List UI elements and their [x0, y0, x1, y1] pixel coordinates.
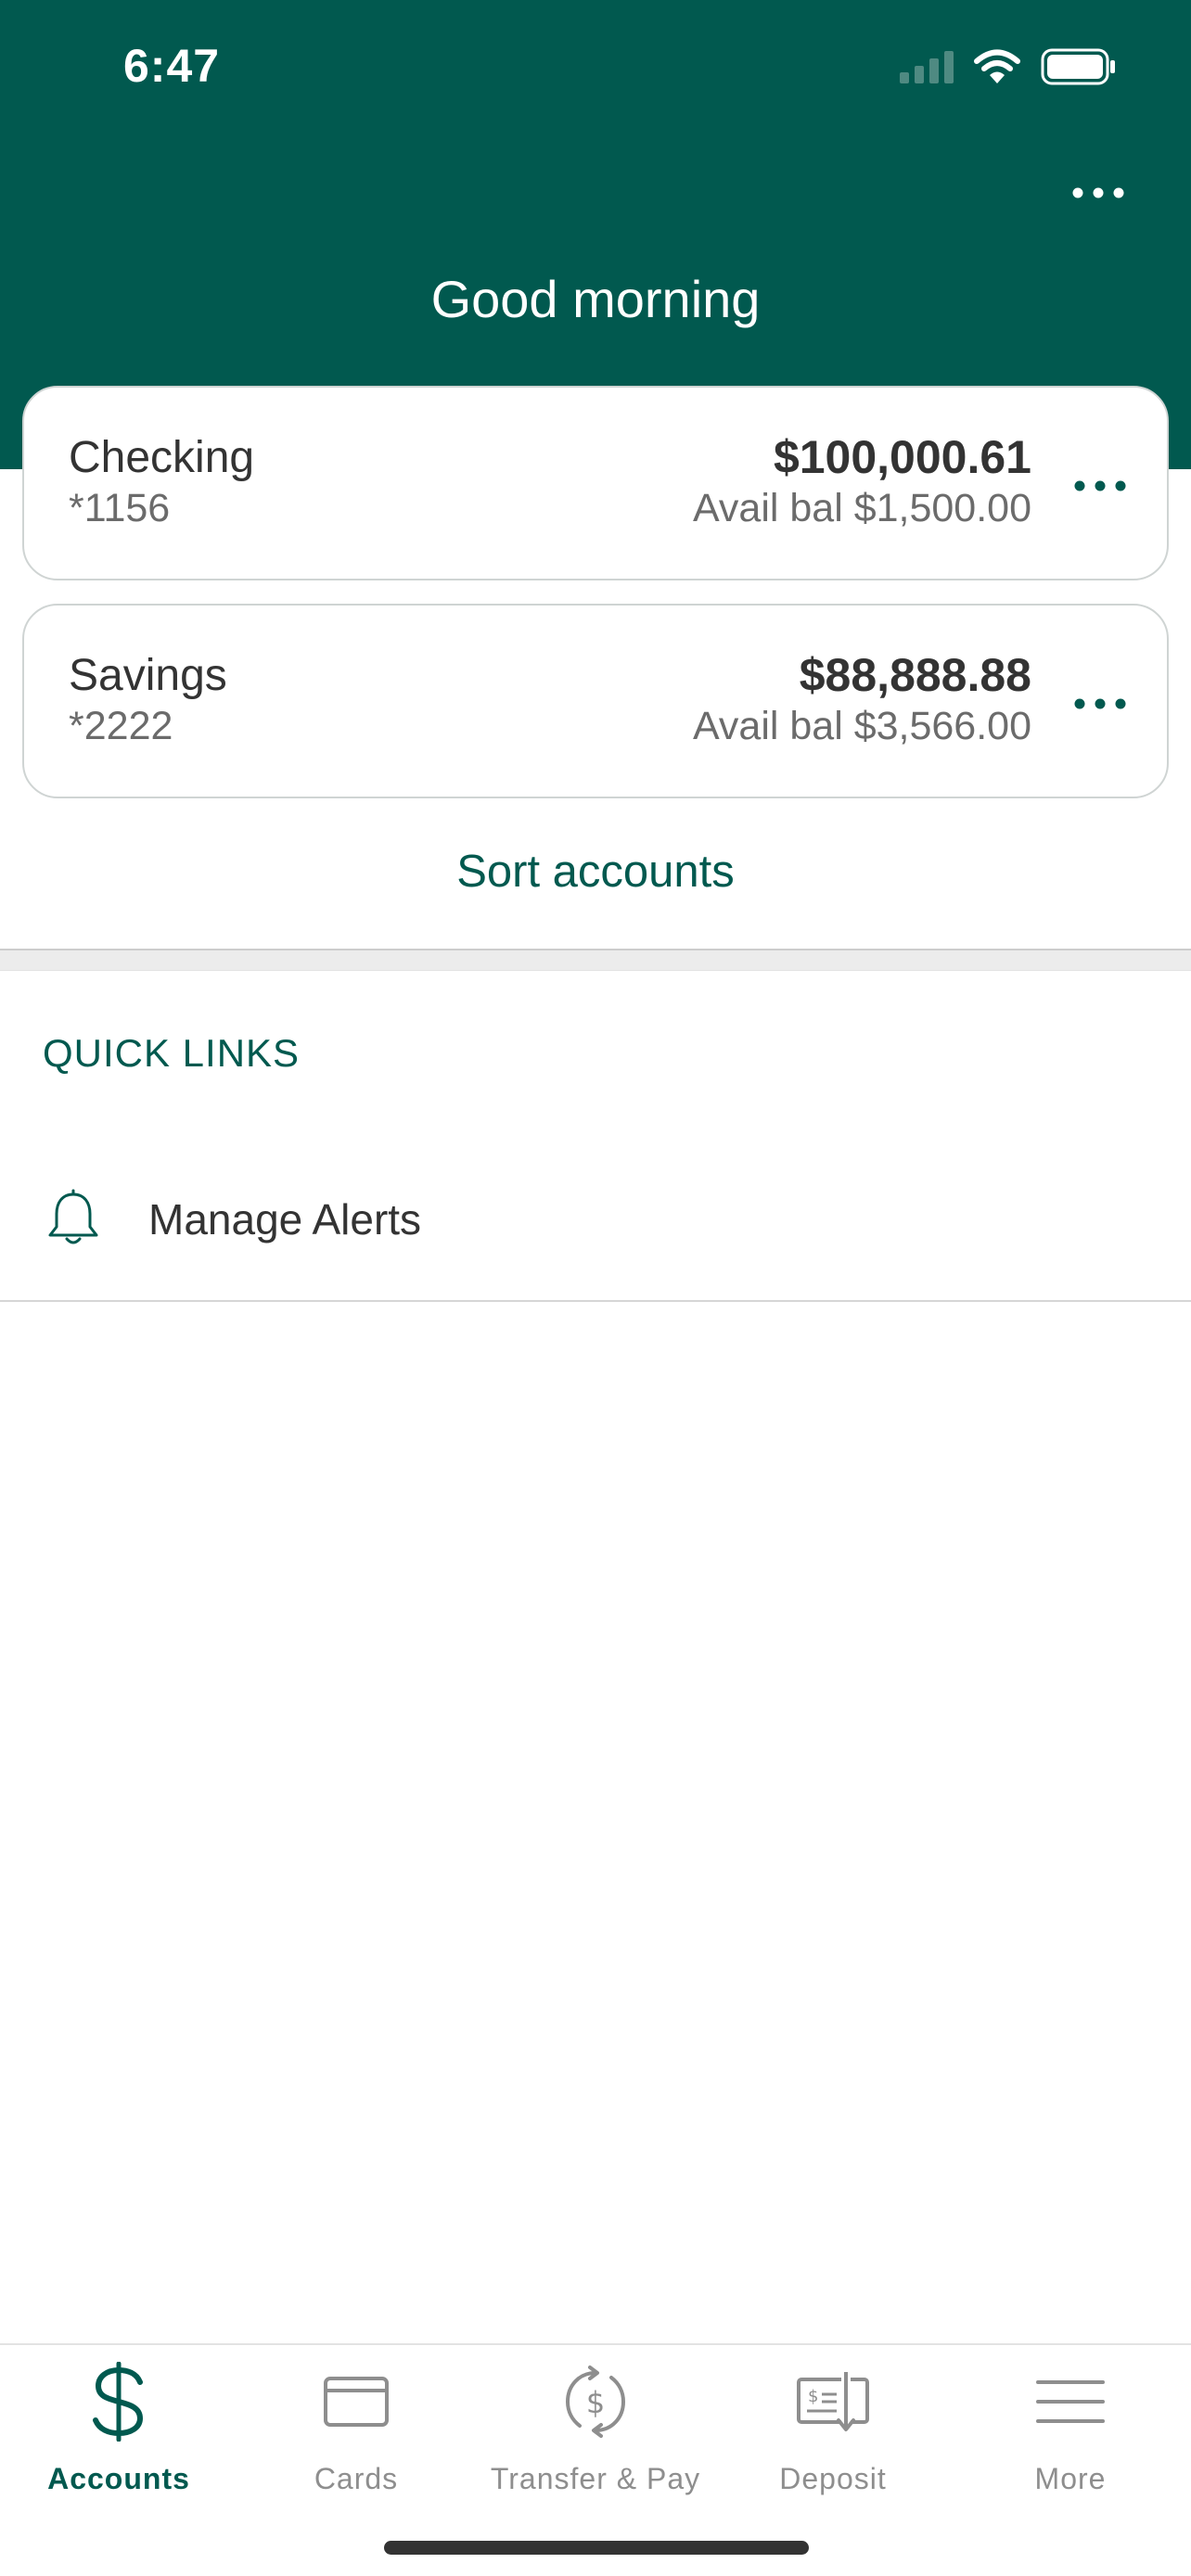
- account-more-button[interactable]: [1063, 464, 1137, 508]
- account-balance: $100,000.61: [773, 431, 1031, 483]
- more-dots-icon: [1072, 187, 1124, 198]
- menu-icon: [1029, 2360, 1112, 2443]
- svg-text:$: $: [586, 2385, 605, 2420]
- account-card-savings[interactable]: Savings *2222 $88,888.88 Avail bal $3,56…: [22, 604, 1169, 798]
- greeting: Good morning: [430, 270, 761, 328]
- transfer-icon: $: [554, 2360, 637, 2443]
- battery-icon: [1041, 48, 1115, 85]
- card-icon: [314, 2360, 398, 2443]
- wifi-icon: [974, 49, 1020, 83]
- account-number: *1156: [69, 486, 171, 530]
- account-number: *2222: [69, 704, 173, 748]
- tab-label: Deposit: [779, 2462, 887, 2495]
- home-indicator: [384, 2541, 809, 2555]
- section-divider: [0, 949, 1191, 971]
- tab-more[interactable]: More: [952, 2345, 1189, 2503]
- bell-icon: [48, 1189, 98, 1244]
- tab-accounts[interactable]: Accounts: [0, 2345, 237, 2503]
- status-time: 6:47: [123, 40, 221, 92]
- account-more-button[interactable]: [1063, 682, 1137, 726]
- status-icons: [900, 46, 1117, 87]
- tab-label: More: [1034, 2462, 1107, 2495]
- tab-label: Transfer & Pay: [490, 2462, 701, 2495]
- check-deposit-icon: $: [791, 2360, 875, 2443]
- quick-link-manage-alerts[interactable]: Manage Alerts: [0, 1131, 1191, 1302]
- signal-icon: [900, 51, 954, 83]
- account-card-checking[interactable]: Checking *1156 $100,000.61 Avail bal $1,…: [22, 386, 1169, 580]
- svg-text:$: $: [808, 2387, 818, 2406]
- quick-link-label: Manage Alerts: [148, 1195, 422, 1243]
- tab-label: Cards: [314, 2462, 399, 2495]
- account-available-balance: Avail bal $3,566.00: [693, 704, 1031, 748]
- account-balance: $88,888.88: [799, 649, 1031, 701]
- more-dots-icon: [1074, 698, 1126, 709]
- tab-label: Accounts: [47, 2462, 190, 2495]
- tab-cards[interactable]: Cards: [237, 2345, 475, 2503]
- tab-transfer-pay[interactable]: $ Transfer & Pay: [477, 2345, 714, 2503]
- tab-deposit[interactable]: $ Deposit: [714, 2345, 952, 2503]
- account-name: Savings: [69, 651, 227, 700]
- quick-links-title: QUICK LINKS: [43, 1031, 301, 1075]
- more-dots-icon: [1074, 480, 1126, 491]
- account-available-balance: Avail bal $1,500.00: [693, 486, 1031, 530]
- header-more-button[interactable]: [1065, 167, 1132, 219]
- sort-accounts-link[interactable]: Sort accounts: [0, 846, 1191, 898]
- account-name: Checking: [69, 433, 255, 482]
- dollar-icon: [77, 2360, 160, 2443]
